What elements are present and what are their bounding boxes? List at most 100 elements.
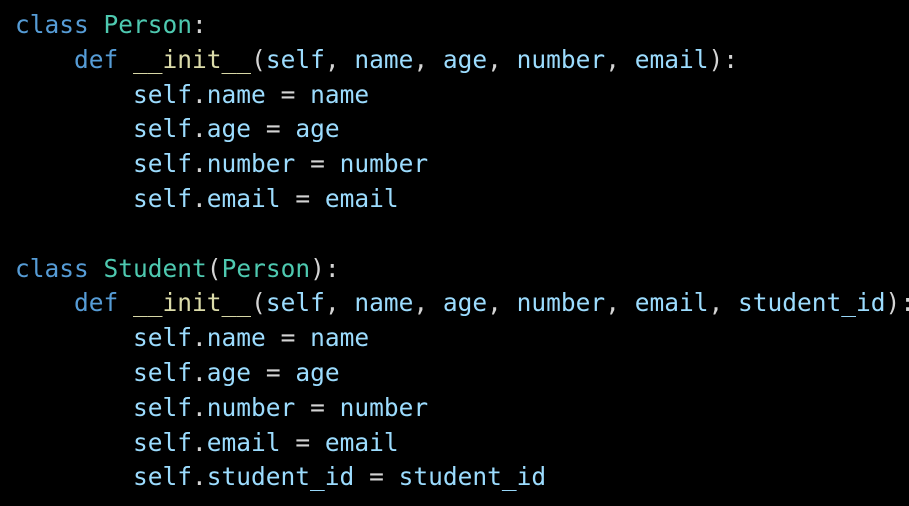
code-token-var: number — [339, 149, 429, 179]
code-token-var: self — [133, 323, 193, 353]
code-token-param: age — [442, 288, 488, 318]
code-token-punct: . — [192, 462, 207, 492]
code-token-punct: = — [280, 427, 325, 457]
code-token-punct: ( — [251, 288, 266, 318]
code-token-var: name — [310, 79, 370, 109]
code-token-func: __init__ — [133, 288, 252, 318]
code-token-punct: , — [605, 44, 635, 74]
code-token-punct: = — [295, 392, 340, 422]
code-token-var: number — [206, 149, 296, 179]
code-token-punct: ): — [310, 253, 340, 283]
code-token-param: student_id — [737, 288, 886, 318]
code-token-var: number — [206, 392, 296, 422]
code-token-punct: ): — [708, 44, 738, 74]
code-token-punct: , — [413, 288, 443, 318]
code-line: self.email = email — [15, 426, 909, 461]
code-token-var: email — [206, 183, 281, 213]
code-token-punct: , — [324, 288, 355, 318]
code-token-punct: . — [192, 357, 207, 387]
code-token-var: self — [133, 114, 193, 144]
code-line: class Student(Person): — [15, 252, 909, 287]
code-token-punct: = — [354, 462, 399, 492]
code-token-punct: . — [192, 183, 207, 213]
code-token-punct: = — [280, 183, 325, 213]
code-token-var: self — [133, 427, 193, 457]
code-token-param: self — [265, 44, 325, 74]
code-token-punct: . — [192, 149, 207, 179]
code-token-var: self — [133, 357, 193, 387]
code-token-punct: = — [295, 149, 340, 179]
code-line: self.name = name — [15, 78, 909, 113]
code-token-punct: = — [265, 79, 311, 109]
code-token-punct: . — [192, 114, 207, 144]
code-line: self.age = age — [15, 112, 909, 147]
code-token-var: self — [133, 462, 193, 492]
code-token-punct: , — [324, 44, 355, 74]
code-editor[interactable]: class Person: def __init__(self, name, a… — [0, 0, 909, 506]
code-token-var: age — [295, 114, 340, 144]
code-line: self.student_id = student_id — [15, 460, 909, 495]
code-token-punct: , — [413, 44, 443, 74]
code-token-var: email — [206, 427, 281, 457]
code-token-param: self — [265, 288, 325, 318]
code-token-var: name — [206, 323, 266, 353]
code-line: class Person: — [15, 8, 909, 43]
code-line: self.name = name — [15, 321, 909, 356]
code-token-var: age — [295, 357, 340, 387]
code-token-var: student_id — [398, 462, 547, 492]
code-token-var: name — [310, 323, 370, 353]
code-token-var: self — [133, 79, 193, 109]
code-token-keyword: def — [74, 288, 119, 318]
code-token-punct: , — [605, 288, 635, 318]
code-token-class: Person — [221, 253, 311, 283]
code-token-var: email — [324, 183, 399, 213]
code-token-punct: , — [487, 288, 517, 318]
code-token-var: self — [133, 149, 193, 179]
code-token-punct: ): — [885, 288, 909, 318]
code-line: def __init__(self, name, age, number, em… — [15, 286, 909, 321]
code-token-var: self — [133, 183, 193, 213]
code-token-keyword: class — [15, 10, 89, 39]
code-token-param: number — [516, 288, 606, 318]
code-token-punct: , — [708, 288, 738, 318]
code-token-var: name — [206, 79, 266, 109]
code-token-param: age — [442, 44, 488, 74]
code-line: self.email = email — [15, 182, 909, 217]
code-line: self.number = number — [15, 391, 909, 426]
code-token-punct: . — [192, 323, 207, 353]
code-token-var: number — [339, 392, 429, 422]
code-token-punct: . — [192, 79, 207, 109]
code-token-punct: = — [251, 357, 296, 387]
code-token-punct: ( — [251, 44, 266, 74]
code-token-punct: : — [192, 10, 207, 39]
code-token-var: self — [133, 392, 193, 422]
code-line: self.number = number — [15, 147, 909, 182]
code-token-var: student_id — [206, 462, 355, 492]
code-token-param: name — [354, 44, 414, 74]
code-line: self.age = age — [15, 356, 909, 391]
code-token-punct: , — [487, 44, 517, 74]
code-token-func: __init__ — [133, 44, 252, 74]
code-token-punct: = — [265, 323, 311, 353]
code-token-param: email — [634, 288, 709, 318]
code-token-var: age — [206, 357, 252, 387]
code-token-keyword: class — [15, 253, 89, 283]
code-token-param: name — [354, 288, 414, 318]
code-token-punct: . — [192, 427, 207, 457]
code-line: def __init__(self, name, age, number, em… — [15, 43, 909, 78]
code-token-var: email — [324, 427, 399, 457]
